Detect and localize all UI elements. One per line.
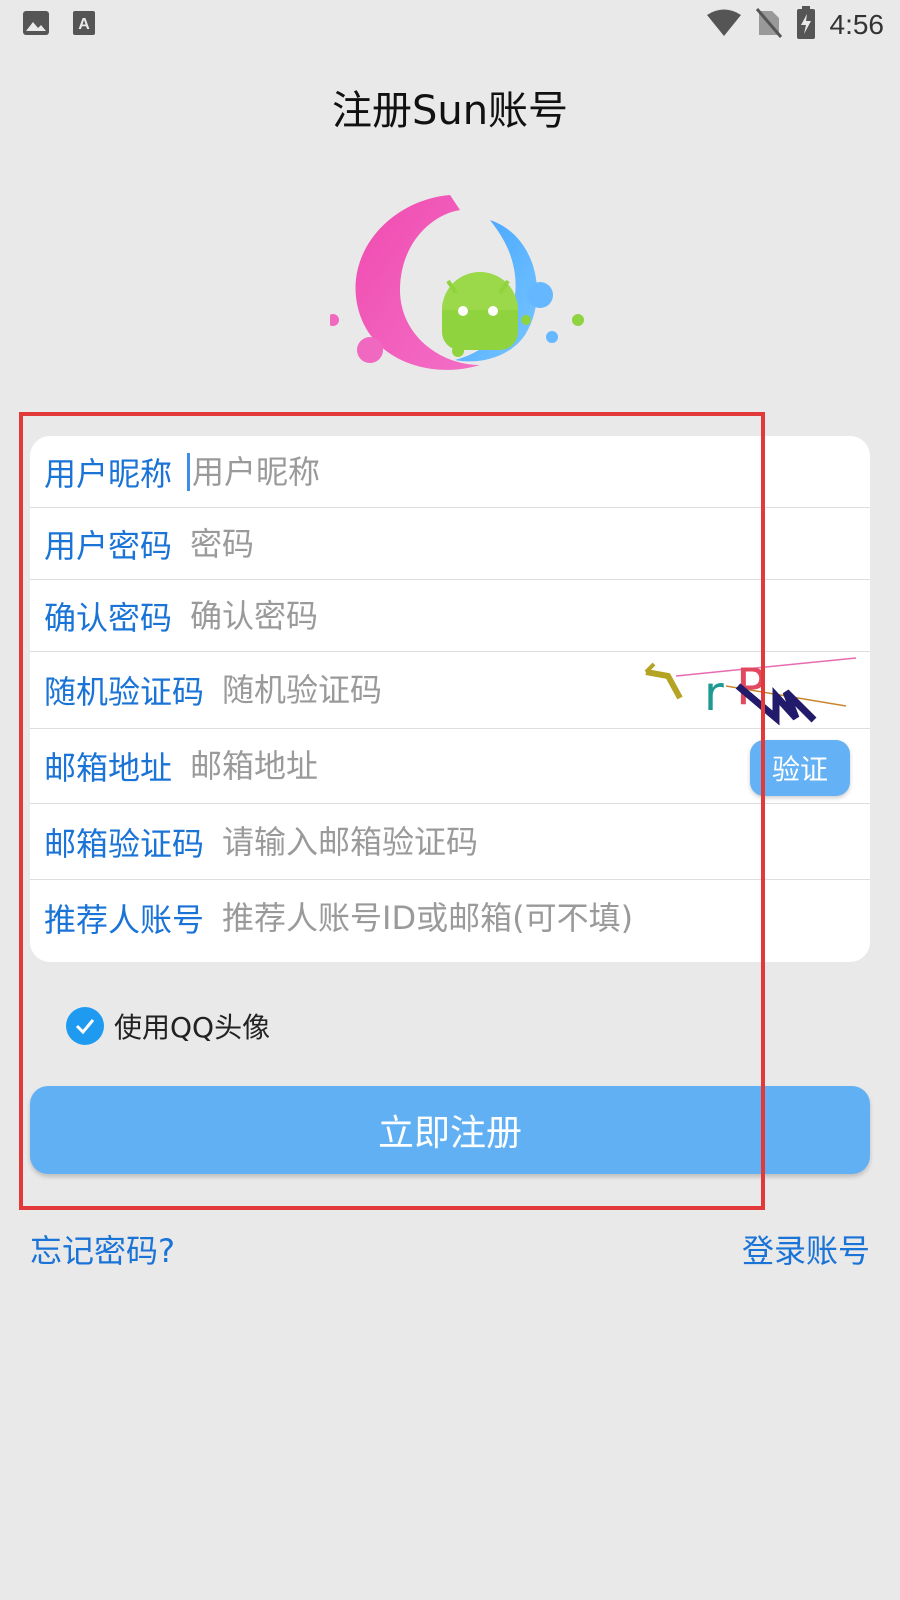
status-bar: A 4:56 [0,0,900,48]
app-logo [327,185,600,385]
referrer-label: 推荐人账号 [44,901,205,939]
register-button[interactable]: 立即注册 [30,1086,870,1174]
email-code-input[interactable] [222,822,870,861]
use-qq-avatar-checkbox[interactable] [66,1007,104,1045]
page-title: 注册Sun账号 [331,88,569,134]
forgot-password-link[interactable]: 忘记密码? [30,1226,175,1272]
wifi-icon [706,8,742,42]
use-qq-avatar-label: 使用QQ头像 [114,1011,271,1044]
nickname-label: 用户昵称 [44,454,173,493]
confirm-password-label: 确认密码 [44,598,173,637]
registration-form: 用户昵称 用户密码 确认密码 随机验证码 r P 邮箱地址 验证 邮箱验证码 推… [30,436,870,962]
use-qq-avatar-option[interactable]: 使用QQ头像 [66,1006,270,1046]
captcha-char-1: r [704,666,724,722]
captcha-row: 随机验证码 r P [30,652,870,729]
email-row: 邮箱地址 验证 [30,729,870,804]
password-input[interactable] [190,524,870,563]
image-icon [22,10,50,42]
font-icon: A [72,10,96,42]
email-label: 邮箱地址 [44,749,173,787]
no-sim-icon [755,7,782,43]
battery-charging-icon [796,6,816,44]
password-label: 用户密码 [44,526,173,565]
referrer-row: 推荐人账号 [30,880,870,956]
svg-text:A: A [78,16,90,33]
captcha-image[interactable]: r P [636,656,856,726]
verify-email-button[interactable]: 验证 [750,740,850,796]
captcha-label: 随机验证码 [44,673,205,711]
password-row: 用户密码 [30,508,870,580]
checkmark-icon [75,1019,95,1035]
nickname-row: 用户昵称 [30,436,870,508]
nickname-input[interactable] [187,452,870,491]
email-code-label: 邮箱验证码 [44,824,205,863]
email-code-row: 邮箱验证码 [30,804,870,880]
referrer-input[interactable] [222,899,870,937]
confirm-password-row: 确认密码 [30,580,870,652]
login-link[interactable]: 登录账号 [742,1226,870,1272]
confirm-password-input[interactable] [190,596,870,635]
status-time: 4:56 [829,9,885,40]
